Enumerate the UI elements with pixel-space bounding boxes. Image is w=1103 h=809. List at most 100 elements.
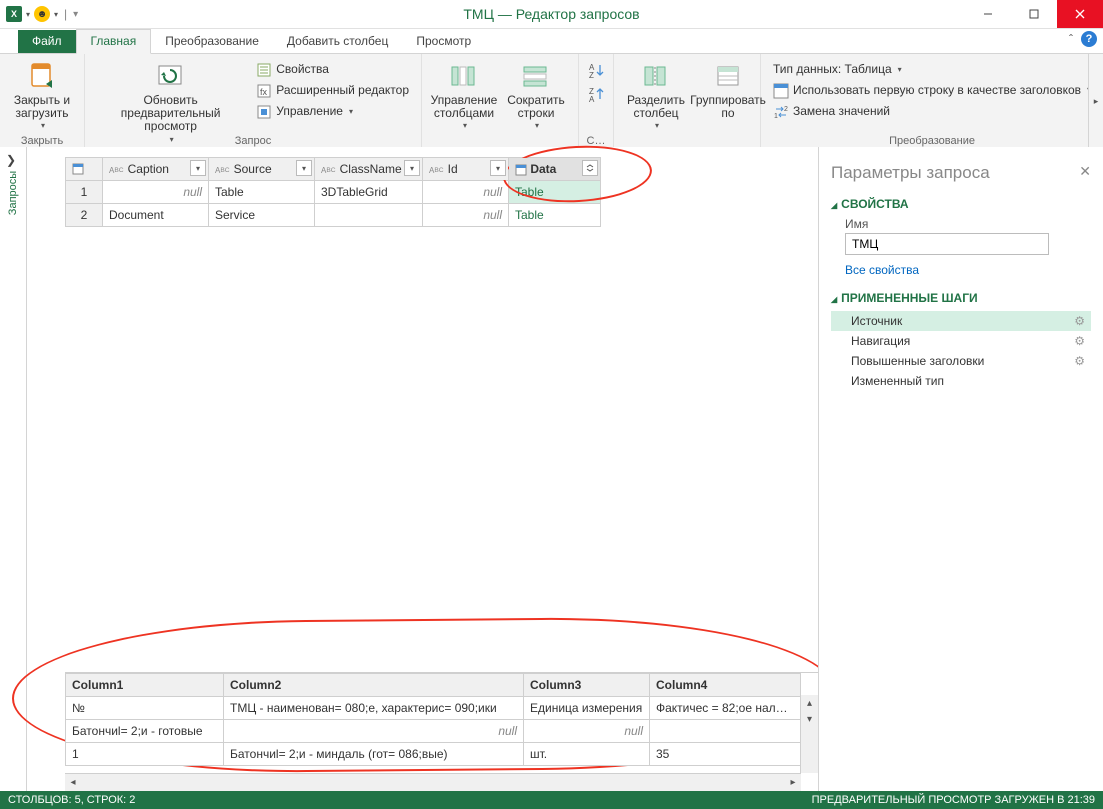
data-type-button[interactable]: Тип данных: Таблица▾ <box>769 60 1095 80</box>
grid-row-1[interactable]: 1 null Table 3DTableGrid null Table <box>66 181 601 204</box>
group-close-label: Закрыть <box>0 135 84 147</box>
close-load-icon <box>26 60 58 92</box>
name-label: Имя <box>845 217 1091 231</box>
svg-text:Z: Z <box>589 71 594 80</box>
reduce-rows-label: Сократить строки <box>507 94 565 120</box>
first-row-headers-button[interactable]: Использовать первую строку в качестве за… <box>769 81 1095 101</box>
pcol-3[interactable]: Column3 <box>524 674 650 697</box>
step-changed-type[interactable]: Измененный тип <box>831 371 1091 391</box>
reduce-rows-button[interactable]: Сократить строки▾ <box>502 58 570 133</box>
tab-add-column[interactable]: Добавить столбец <box>273 30 402 53</box>
col-caption[interactable]: ABCCaption▾ <box>103 158 209 181</box>
collapse-ribbon-icon[interactable]: ˆ <box>1069 32 1073 46</box>
tab-transform[interactable]: Преобразование <box>151 30 273 53</box>
preview-row-1[interactable]: №ТМЦ - наименован= 080;е, характерис= 09… <box>66 697 801 720</box>
qat-customize[interactable]: ▾ <box>73 9 78 20</box>
filter-id[interactable]: ▾ <box>490 160 506 176</box>
close-and-load-button[interactable]: Закрыть и загрузить▾ <box>8 58 76 133</box>
close-button[interactable] <box>1057 0 1103 28</box>
main-grid[interactable]: ABCCaption▾ ABCSource▾ ABCClassName▾ ABC… <box>65 157 601 227</box>
advanced-editor-icon: fx <box>256 83 272 99</box>
smiley-icon[interactable]: ☻ <box>34 6 50 22</box>
query-settings-panel: Параметры запроса ✕ ◢СВОЙСТВА Имя Все св… <box>818 147 1103 791</box>
advanced-editor-label: Расширенный редактор <box>276 83 409 99</box>
pcol-2[interactable]: Column2 <box>224 674 524 697</box>
scroll-left-icon[interactable]: ◂ <box>65 777 81 788</box>
filter-caption[interactable]: ▾ <box>190 160 206 176</box>
minimize-button[interactable] <box>965 0 1011 28</box>
group-by-button[interactable]: Группировать по <box>694 58 762 122</box>
replace-values-button[interactable]: 12 Замена значений <box>769 102 1095 122</box>
step-navigation[interactable]: Навигация⚙ <box>831 331 1091 351</box>
preview-row-2[interactable]: Батончиl= 2;и - готовыеnullnull <box>66 720 801 743</box>
step-source[interactable]: Источник⚙ <box>831 311 1091 331</box>
split-column-label: Разделить столбец <box>627 94 685 120</box>
replace-icon: 12 <box>773 104 789 120</box>
pcol-1[interactable]: Column1 <box>66 674 224 697</box>
smiley-dropdown[interactable]: ▾ <box>54 10 58 19</box>
data-area: ABCCaption▾ ABCSource▾ ABCClassName▾ ABC… <box>27 147 818 791</box>
group-transform-label: Преобразование <box>761 135 1103 147</box>
preview-h-scrollbar[interactable]: ◂ ▸ <box>65 773 801 791</box>
manage-icon <box>256 104 272 120</box>
properties-section[interactable]: ◢СВОЙСТВА <box>831 197 1091 211</box>
status-bar: СТОЛБЦОВ: 5, СТРОК: 2 ПРЕДВАРИТЕЛЬНЫЙ ПР… <box>0 791 1103 809</box>
rows-icon <box>520 60 552 92</box>
expand-queries-icon[interactable]: ❯ <box>6 153 16 167</box>
maximize-button[interactable] <box>1011 0 1057 28</box>
gear-icon[interactable]: ⚙ <box>1074 314 1085 328</box>
ribbon-scroll-right[interactable]: ▸ <box>1088 54 1103 148</box>
filter-classname[interactable]: ▾ <box>404 160 420 176</box>
properties-icon <box>256 62 272 78</box>
col-classname[interactable]: ABCClassName▾ <box>315 158 423 181</box>
pcol-4[interactable]: Column4 <box>650 674 801 697</box>
filter-source[interactable]: ▾ <box>296 160 312 176</box>
split-icon <box>640 60 672 92</box>
col-source[interactable]: ABCSource▾ <box>209 158 315 181</box>
query-name-input[interactable] <box>845 233 1049 255</box>
manage-label: Управление <box>276 104 343 120</box>
sort-asc-button[interactable]: AZ <box>587 62 605 80</box>
qat-dropdown[interactable]: ▾ <box>26 10 30 19</box>
qat-separator: | <box>62 7 69 21</box>
advanced-editor-button[interactable]: fx Расширенный редактор <box>252 81 413 101</box>
gear-icon[interactable]: ⚙ <box>1074 334 1085 348</box>
sort-desc-button[interactable]: ZA <box>587 86 605 104</box>
ribbon: Закрыть и загрузить▾ Закрыть Обновить пр… <box>0 54 1103 149</box>
status-left: СТОЛБЦОВ: 5, СТРОК: 2 <box>8 794 135 806</box>
properties-label: Свойства <box>276 62 329 78</box>
grid-row-2[interactable]: 2 Document Service null Table <box>66 204 601 227</box>
tab-home[interactable]: Главная <box>76 29 152 54</box>
first-row-label: Использовать первую строку в качестве за… <box>793 83 1081 99</box>
refresh-label: Обновить предварительный просмотр <box>97 94 244 134</box>
preview-v-scrollbar[interactable]: ▴ ▾ <box>800 695 818 773</box>
split-column-button[interactable]: Разделить столбец▾ <box>622 58 690 133</box>
step-promoted-headers[interactable]: Повышенные заголовки⚙ <box>831 351 1091 371</box>
tab-file[interactable]: Файл <box>18 30 76 53</box>
scroll-down-icon[interactable]: ▾ <box>801 711 818 727</box>
grid-corner[interactable] <box>66 158 103 181</box>
properties-button[interactable]: Свойства <box>252 60 413 80</box>
col-id[interactable]: ABCId▾ <box>423 158 509 181</box>
preview-row-3[interactable]: 1Батончиl= 2;и - миндаль (гот= 086;вые)ш… <box>66 743 801 766</box>
all-properties-link[interactable]: Все свойства <box>845 263 1091 277</box>
manage-columns-button[interactable]: Управление столбцами▾ <box>430 58 498 133</box>
preview-grid[interactable]: Column1 Column2 Column3 Column4 №ТМЦ - н… <box>65 673 801 766</box>
queries-pane[interactable]: ❯ Запросы <box>0 147 27 791</box>
tab-view[interactable]: Просмотр <box>402 30 485 53</box>
refresh-icon <box>155 60 187 92</box>
expand-data-icon[interactable] <box>582 160 598 176</box>
columns-icon <box>448 60 480 92</box>
applied-steps-section[interactable]: ◢ПРИМЕНЕННЫЕ ШАГИ <box>831 291 1091 305</box>
status-right: ПРЕДВАРИТЕЛЬНЫЙ ПРОСМОТР ЗАГРУЖЕН В 21:3… <box>812 794 1095 806</box>
gear-icon[interactable]: ⚙ <box>1074 354 1085 368</box>
scroll-up-icon[interactable]: ▴ <box>801 695 818 711</box>
close-panel-button[interactable]: ✕ <box>1079 163 1091 180</box>
refresh-preview-button[interactable]: Обновить предварительный просмотр▾ <box>93 58 248 146</box>
scroll-right-icon[interactable]: ▸ <box>785 777 801 788</box>
svg-text:1: 1 <box>774 113 778 120</box>
col-data[interactable]: Data <box>509 158 601 181</box>
data-type-label: Тип данных: Таблица <box>773 62 892 78</box>
help-icon[interactable]: ? <box>1081 31 1097 47</box>
manage-button[interactable]: Управление▾ <box>252 102 413 122</box>
